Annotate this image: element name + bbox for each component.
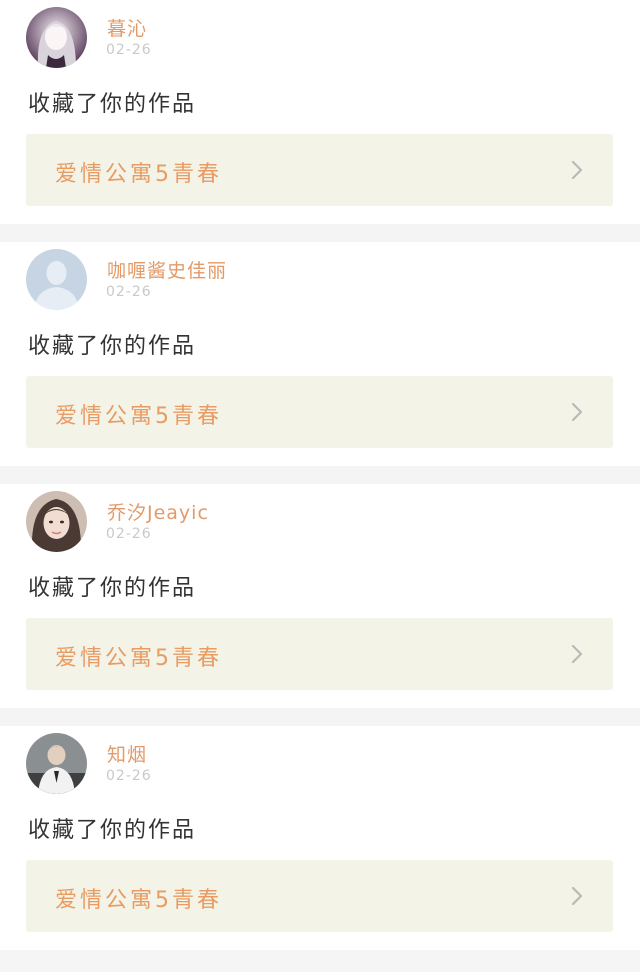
avatar[interactable] [26, 7, 87, 68]
avatar[interactable] [26, 249, 87, 310]
post-time: 02-26 [106, 768, 152, 784]
divider [0, 224, 640, 242]
action-text: 收藏了你的作品 [28, 334, 197, 359]
person-photo-avatar-icon [26, 733, 87, 794]
work-link-button[interactable]: 爱情公寓5青春 [26, 618, 613, 690]
chevron-right-icon [571, 402, 583, 422]
anime-girl-avatar-icon [26, 7, 87, 68]
work-link-button[interactable]: 爱情公寓5青春 [26, 376, 613, 448]
work-link-button[interactable]: 爱情公寓5青春 [26, 134, 613, 206]
work-title: 爱情公寓5青春 [55, 888, 222, 913]
avatar[interactable] [26, 733, 87, 794]
post-time: 02-26 [106, 526, 152, 542]
work-title: 爱情公寓5青春 [55, 162, 222, 187]
girl-photo-avatar-icon [26, 491, 87, 552]
action-text: 收藏了你的作品 [28, 92, 197, 117]
work-title: 爱情公寓5青春 [55, 646, 222, 671]
action-text: 收藏了你的作品 [28, 576, 197, 601]
user-name[interactable]: 咖喱酱史佳丽 [107, 256, 227, 283]
notification-feed: 暮沁 02-26 收藏了你的作品 爱情公寓5青春 咖喱酱史佳丽 02-26 收藏… [0, 0, 640, 972]
work-link-button[interactable]: 爱情公寓5青春 [26, 860, 613, 932]
notification-item: 咖喱酱史佳丽 02-26 收藏了你的作品 爱情公寓5青春 [0, 242, 640, 466]
notification-item: 知烟 02-26 收藏了你的作品 爱情公寓5青春 [0, 726, 640, 950]
divider [0, 708, 640, 726]
divider [0, 466, 640, 484]
post-time: 02-26 [106, 284, 152, 300]
post-time: 02-26 [106, 42, 152, 58]
chevron-right-icon [571, 886, 583, 906]
user-name[interactable]: 知烟 [107, 740, 147, 767]
user-name[interactable]: 暮沁 [107, 14, 147, 41]
chevron-right-icon [571, 160, 583, 180]
default-person-avatar-icon [26, 249, 87, 310]
avatar[interactable] [26, 491, 87, 552]
notification-item: 乔汐Jeayic 02-26 收藏了你的作品 爱情公寓5青春 [0, 484, 640, 708]
work-title: 爱情公寓5青春 [55, 404, 222, 429]
action-text: 收藏了你的作品 [28, 818, 197, 843]
notification-item: 暮沁 02-26 收藏了你的作品 爱情公寓5青春 [0, 0, 640, 224]
user-name[interactable]: 乔汐Jeayic [107, 498, 209, 525]
chevron-right-icon [571, 644, 583, 664]
